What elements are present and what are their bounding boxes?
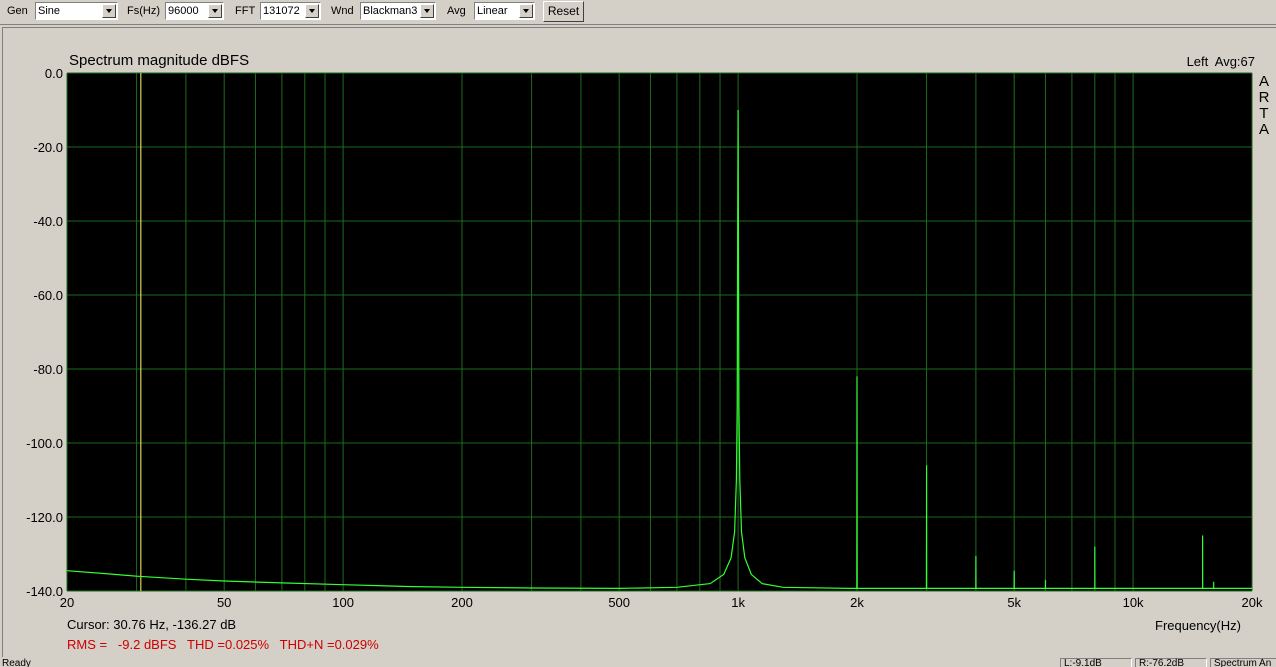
- toolbar: Gen Sine Fs(Hz) 96000 FFT 131072 Wnd Bla…: [0, 0, 1276, 25]
- y-tick-label: -60.0: [33, 288, 63, 303]
- y-tick-label: 0.0: [45, 66, 63, 81]
- y-tick-label: -40.0: [33, 214, 63, 229]
- status-text: Ready: [2, 658, 31, 667]
- chevron-down-icon[interactable]: [420, 4, 434, 18]
- window-value: Blackman3: [363, 5, 418, 17]
- x-tick-label: 500: [608, 595, 630, 610]
- y-tick-label: -140.0: [26, 584, 63, 599]
- status-bar: Ready L:-9.1dB R:-76.2dB Spectrum An: [0, 657, 1276, 667]
- window-select[interactable]: Blackman3: [360, 2, 436, 20]
- x-tick-label: 20k: [1242, 595, 1263, 610]
- cursor-readout: Cursor: 30.76 Hz, -136.27 dB: [67, 617, 237, 632]
- left-level-pane: L:-9.1dB: [1060, 658, 1132, 667]
- generator-select[interactable]: Sine: [35, 2, 118, 20]
- fft-size-value: 131072: [263, 5, 300, 17]
- right-level-pane: R:-76.2dB: [1135, 658, 1207, 667]
- sample-rate-select[interactable]: 96000: [165, 2, 224, 20]
- x-tick-label: 50: [217, 595, 231, 610]
- y-tick-label: -100.0: [26, 436, 63, 451]
- measurement-readout: RMS = -9.2 dBFS THD =0.025% THD+N =0.029…: [67, 637, 379, 652]
- y-tick-label: -120.0: [26, 510, 63, 525]
- x-tick-label: 1k: [731, 595, 745, 610]
- generator-value: Sine: [38, 5, 61, 17]
- chevron-down-icon[interactable]: [519, 4, 533, 18]
- x-tick-label: 20: [60, 595, 74, 610]
- x-axis-label: Frequency(Hz): [1155, 618, 1241, 633]
- fft-size-select[interactable]: 131072: [260, 2, 321, 20]
- x-tick-label: 2k: [850, 595, 864, 610]
- avg-label: Avg: [447, 5, 466, 17]
- fs-label: Fs(Hz): [127, 5, 160, 17]
- x-tick-label: 10k: [1123, 595, 1144, 610]
- chevron-down-icon[interactable]: [305, 4, 319, 18]
- averaging-value: Linear: [477, 5, 508, 17]
- x-tick-label: 100: [332, 595, 354, 610]
- x-tick-label: 5k: [1007, 595, 1021, 610]
- spectrum-chart[interactable]: 0.0 -20.0 -40.0 -60.0 -80.0 -100.0 -120.0 -140.…: [3, 28, 1276, 657]
- fft-label: FFT: [235, 5, 256, 17]
- window-label: Wnd: [331, 5, 354, 17]
- sample-rate-value: 96000: [168, 5, 199, 17]
- gen-label: Gen: [7, 5, 28, 17]
- averaging-select[interactable]: Linear: [474, 2, 535, 20]
- x-tick-label: 200: [451, 595, 473, 610]
- plot-area: [67, 73, 1252, 591]
- chevron-down-icon[interactable]: [102, 4, 116, 18]
- y-tick-label: -80.0: [33, 362, 63, 377]
- chevron-down-icon[interactable]: [208, 4, 222, 18]
- y-tick-label: -20.0: [33, 140, 63, 155]
- spectrum-plot-panel: Spectrum magnitude dBFS Left Avg:67 A R …: [2, 27, 1276, 657]
- mode-pane: Spectrum An: [1210, 658, 1276, 667]
- reset-button[interactable]: Reset: [543, 1, 584, 22]
